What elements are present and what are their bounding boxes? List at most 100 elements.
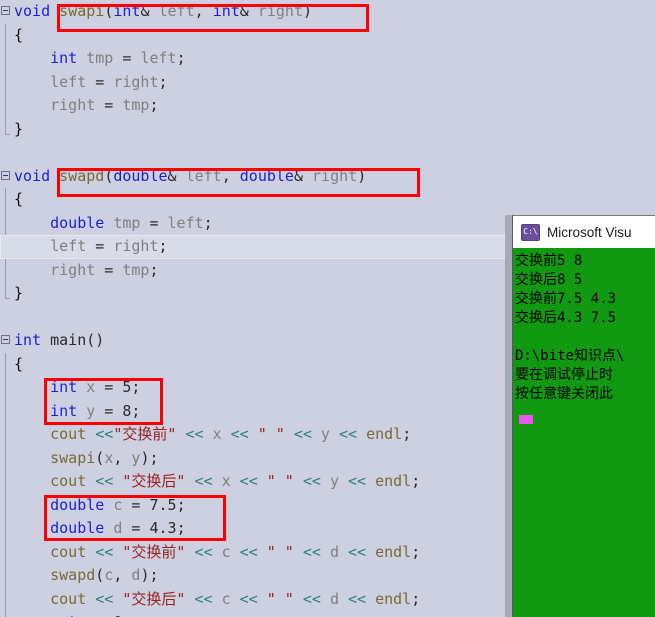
- code-token: endl: [375, 542, 412, 561]
- code-line[interactable]: cout <<"交换前" << x << " " << y << endl;: [0, 423, 512, 447]
- code-token: <<: [348, 589, 367, 608]
- code-text-area[interactable]: void swapi(int& left, int& right){ int t…: [0, 0, 512, 617]
- code-token: ;: [203, 213, 213, 232]
- code-line[interactable]: int x = 5;: [0, 376, 512, 400]
- code-token: " ": [266, 589, 294, 608]
- code-line[interactable]: void swapi(int& left, int& right): [0, 0, 512, 24]
- code-token: void: [14, 2, 51, 20]
- code-line[interactable]: {: [0, 188, 512, 212]
- code-token: =: [86, 237, 114, 255]
- code-token: int: [50, 49, 78, 67]
- code-token: double: [50, 519, 105, 537]
- code-line[interactable]: }: [0, 118, 512, 142]
- code-token: ;: [122, 613, 131, 617]
- code-token: "交换后": [122, 589, 186, 608]
- code-token: left: [185, 166, 222, 185]
- code-token: <<: [95, 589, 114, 608]
- code-token: main: [50, 331, 87, 349]
- code-line[interactable]: left = right;: [0, 235, 512, 259]
- code-token: int: [14, 331, 42, 349]
- code-token: c: [104, 566, 114, 584]
- code-token: {: [14, 25, 24, 44]
- code-token: &: [167, 166, 186, 185]
- code-token: <<: [302, 542, 321, 561]
- code-token: );: [140, 448, 159, 467]
- code-token: ;: [158, 237, 168, 255]
- code-token: swapi: [50, 448, 96, 467]
- code-token: swapd: [59, 166, 105, 185]
- code-line[interactable]: [0, 306, 512, 330]
- code-line[interactable]: int tmp = left;: [0, 47, 512, 71]
- code-token: <<: [95, 542, 114, 561]
- code-line[interactable]: cout << "交换后" << c << " " << d << endl;: [0, 588, 512, 612]
- code-token: );: [140, 566, 159, 584]
- code-line[interactable]: [0, 141, 512, 165]
- code-line[interactable]: right = tmp;: [0, 259, 512, 283]
- code-editor-pane[interactable]: void swapi(int& left, int& right){ int t…: [0, 0, 512, 617]
- code-token: <<: [95, 425, 114, 443]
- code-line[interactable]: swapi(x, y);: [0, 447, 512, 471]
- console-output-line: 交换前7.5 4.3: [515, 291, 617, 307]
- console-output-line: 交换后4.3 7.5: [515, 310, 617, 326]
- code-token: =: [95, 401, 123, 420]
- code-line[interactable]: int y = 8;: [0, 400, 512, 424]
- code-token: &: [239, 2, 258, 20]
- code-line[interactable]: cout << "交换前" << c << " " << d << endl;: [0, 541, 512, 565]
- console-titlebar[interactable]: C:\ Microsoft Visu: [513, 215, 655, 248]
- code-line[interactable]: left = right;: [0, 71, 512, 95]
- code-token: int: [212, 2, 240, 20]
- code-line[interactable]: cout << "交换后" << x << " " << y << endl;: [0, 470, 512, 494]
- code-token: =: [122, 519, 150, 537]
- code-token: "交换前": [122, 542, 186, 561]
- console-window[interactable]: C:\ Microsoft Visu 交换前5 8 交换后8 5 交换前7.5 4.…: [512, 215, 655, 617]
- code-token: tmp: [122, 260, 150, 279]
- code-line[interactable]: {: [0, 353, 512, 377]
- code-token: ,: [194, 2, 213, 20]
- code-token: (): [86, 331, 105, 349]
- code-token: " ": [266, 472, 294, 490]
- code-token: "交换前": [113, 425, 177, 443]
- code-line[interactable]: double c = 7.5;: [0, 494, 512, 518]
- code-token: ;: [176, 495, 186, 514]
- code-token: int: [50, 378, 78, 396]
- code-line[interactable]: double d = 4.3;: [0, 517, 512, 541]
- code-token: void: [14, 166, 51, 185]
- code-token: double: [239, 166, 294, 185]
- code-line[interactable]: {: [0, 24, 512, 48]
- code-line[interactable]: right = tmp;: [0, 94, 512, 118]
- code-token: d: [329, 589, 339, 608]
- code-line[interactable]: double tmp = left;: [0, 212, 512, 236]
- code-line[interactable]: void swapd(double& left, double& right): [0, 165, 512, 189]
- code-line[interactable]: swapd(c, d);: [0, 564, 512, 588]
- code-token: ;: [131, 378, 141, 396]
- code-line[interactable]: return 0;: [0, 611, 512, 617]
- code-line[interactable]: }: [0, 282, 512, 306]
- code-token: left: [50, 72, 87, 91]
- code-token: <<: [239, 542, 258, 561]
- code-token: left: [140, 49, 177, 67]
- code-token: " ": [257, 425, 285, 443]
- code-line[interactable]: int main(): [0, 329, 512, 353]
- code-token: <<: [338, 425, 358, 443]
- code-token: <<: [348, 542, 367, 561]
